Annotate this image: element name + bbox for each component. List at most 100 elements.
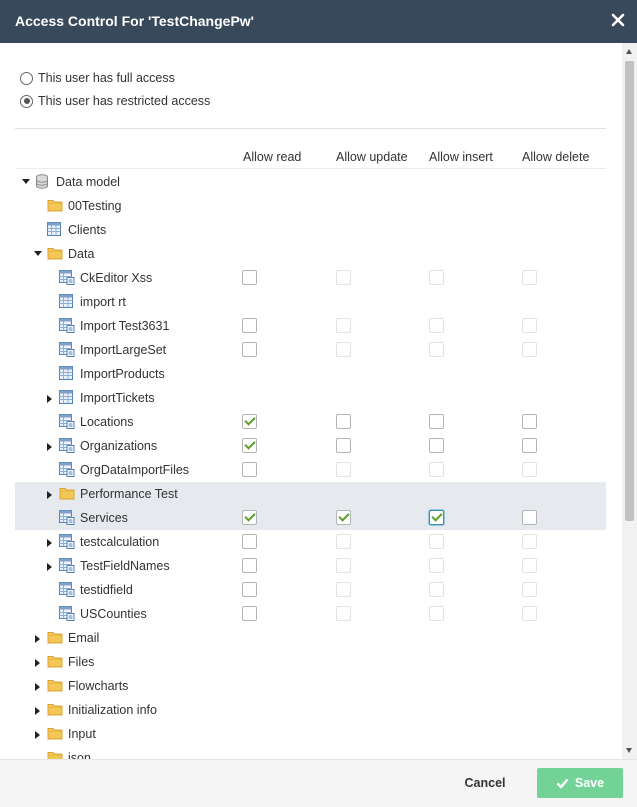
save-label: Save: [574, 776, 605, 790]
allow-insert-checkbox[interactable]: [429, 510, 444, 525]
table-icon: [47, 222, 63, 237]
tree-row-testfieldnames[interactable]: TestFieldNames: [15, 554, 606, 578]
caret-right-icon[interactable]: [35, 635, 40, 643]
tree-label: Initialization info: [68, 703, 157, 717]
tree-row-data[interactable]: Data: [15, 242, 606, 266]
caret-down-icon[interactable]: [22, 179, 30, 184]
tree-row-00testing[interactable]: 00Testing: [15, 194, 606, 218]
allow-read-checkbox[interactable]: [242, 582, 257, 597]
tree-label: CkEditor Xss: [80, 271, 153, 285]
tree-row-uscounties[interactable]: USCounties: [15, 602, 606, 626]
caret-right-icon[interactable]: [35, 731, 40, 739]
tree-row-orgdataimportfiles[interactable]: OrgDataImportFiles: [15, 458, 606, 482]
allow-insert-checkbox[interactable]: [429, 414, 444, 429]
allow-delete-checkbox: [522, 534, 537, 549]
allow-insert-checkbox: [429, 270, 444, 285]
allow-read-checkbox[interactable]: [242, 462, 257, 477]
tree-row-services[interactable]: Services: [15, 506, 606, 530]
full-access-radio[interactable]: [20, 71, 33, 85]
save-button[interactable]: Save: [537, 768, 623, 798]
tree-label: testcalculation: [80, 535, 160, 549]
allow-delete-checkbox: [522, 582, 537, 597]
tree-row-ckeditor-xss[interactable]: CkEditor Xss: [15, 266, 606, 290]
tree-row-performance-test[interactable]: Performance Test: [15, 482, 606, 506]
form-icon: [59, 582, 75, 597]
tree-row-importlargeset[interactable]: ImportLargeSet: [15, 338, 606, 362]
table-icon: [59, 366, 75, 381]
column-header-allow-insert: Allow insert: [429, 150, 493, 164]
allow-read-checkbox[interactable]: [242, 510, 257, 525]
tree-row-data-model[interactable]: Data model: [15, 170, 606, 194]
form-icon: [59, 342, 75, 357]
allow-read-checkbox[interactable]: [242, 558, 257, 573]
column-header-allow-read: Allow read: [243, 150, 302, 164]
tree-row-email[interactable]: Email: [15, 626, 606, 650]
tree-label: Services: [80, 511, 128, 525]
database-icon: [35, 174, 51, 189]
caret-right-icon[interactable]: [47, 563, 52, 571]
allow-delete-checkbox[interactable]: [522, 510, 537, 525]
tree-row-testidfield[interactable]: testidfield: [15, 578, 606, 602]
scrollbar-thumb[interactable]: [625, 61, 634, 521]
folder-icon: [47, 630, 63, 645]
caret-right-icon[interactable]: [47, 443, 52, 451]
allow-delete-checkbox: [522, 462, 537, 477]
tree-row-importtickets[interactable]: ImportTickets: [15, 386, 606, 410]
caret-right-icon[interactable]: [47, 539, 52, 547]
allow-read-checkbox[interactable]: [242, 414, 257, 429]
tree-row-import-test3631[interactable]: Import Test3631: [15, 314, 606, 338]
allow-delete-checkbox: [522, 318, 537, 333]
folder-icon: [47, 678, 63, 693]
allow-update-checkbox[interactable]: [336, 438, 351, 453]
form-icon: [59, 414, 75, 429]
tree-row-flowcharts[interactable]: Flowcharts: [15, 674, 606, 698]
vertical-scrollbar[interactable]: [622, 43, 637, 759]
cancel-button[interactable]: Cancel: [452, 768, 518, 798]
caret-right-icon[interactable]: [35, 659, 40, 667]
tree-label: import rt: [80, 295, 126, 309]
tree-row-locations[interactable]: Locations: [15, 410, 606, 434]
caret-right-icon[interactable]: [35, 683, 40, 691]
folder-icon: [47, 246, 63, 261]
caret-down-icon[interactable]: [34, 251, 42, 256]
tree-row-clients[interactable]: Clients: [15, 218, 606, 242]
column-header-allow-delete: Allow delete: [522, 150, 590, 164]
tree-row-json[interactable]: json: [15, 746, 606, 759]
tree-row-input[interactable]: Input: [15, 722, 606, 746]
allow-insert-checkbox[interactable]: [429, 438, 444, 453]
tree-label: Clients: [68, 223, 107, 237]
allow-read-checkbox[interactable]: [242, 534, 257, 549]
tree-row-testcalculation[interactable]: testcalculation: [15, 530, 606, 554]
close-icon[interactable]: [609, 11, 627, 29]
tree-row-importproducts[interactable]: ImportProducts: [15, 362, 606, 386]
dialog-body: This user has full access This user has …: [0, 43, 622, 759]
allow-read-checkbox[interactable]: [242, 342, 257, 357]
tree-row-import-rt[interactable]: import rt: [15, 290, 606, 314]
allow-read-checkbox[interactable]: [242, 438, 257, 453]
allow-delete-checkbox[interactable]: [522, 414, 537, 429]
tree-label: OrgDataImportFiles: [80, 463, 190, 477]
scroll-down-icon[interactable]: [626, 748, 632, 753]
scroll-up-icon[interactable]: [626, 49, 632, 54]
allow-read-checkbox[interactable]: [242, 606, 257, 621]
form-icon: [59, 462, 75, 477]
caret-right-icon[interactable]: [47, 491, 52, 499]
allow-read-checkbox[interactable]: [242, 318, 257, 333]
allow-update-checkbox[interactable]: [336, 510, 351, 525]
column-header-allow-update: Allow update: [336, 150, 408, 164]
tree-row-organizations[interactable]: Organizations: [15, 434, 606, 458]
folder-icon: [59, 486, 75, 501]
tree-row-files[interactable]: Files: [15, 650, 606, 674]
allow-delete-checkbox[interactable]: [522, 438, 537, 453]
restricted-access-option[interactable]: This user has restricted access: [20, 93, 210, 109]
full-access-option[interactable]: This user has full access: [20, 70, 175, 86]
tree-label: Organizations: [80, 439, 158, 453]
folder-icon: [47, 702, 63, 717]
caret-right-icon[interactable]: [47, 395, 52, 403]
tree-row-initialization-info[interactable]: Initialization info: [15, 698, 606, 722]
header-divider: [15, 168, 606, 169]
allow-read-checkbox[interactable]: [242, 270, 257, 285]
allow-update-checkbox[interactable]: [336, 414, 351, 429]
caret-right-icon[interactable]: [35, 707, 40, 715]
restricted-access-radio[interactable]: [20, 94, 33, 108]
